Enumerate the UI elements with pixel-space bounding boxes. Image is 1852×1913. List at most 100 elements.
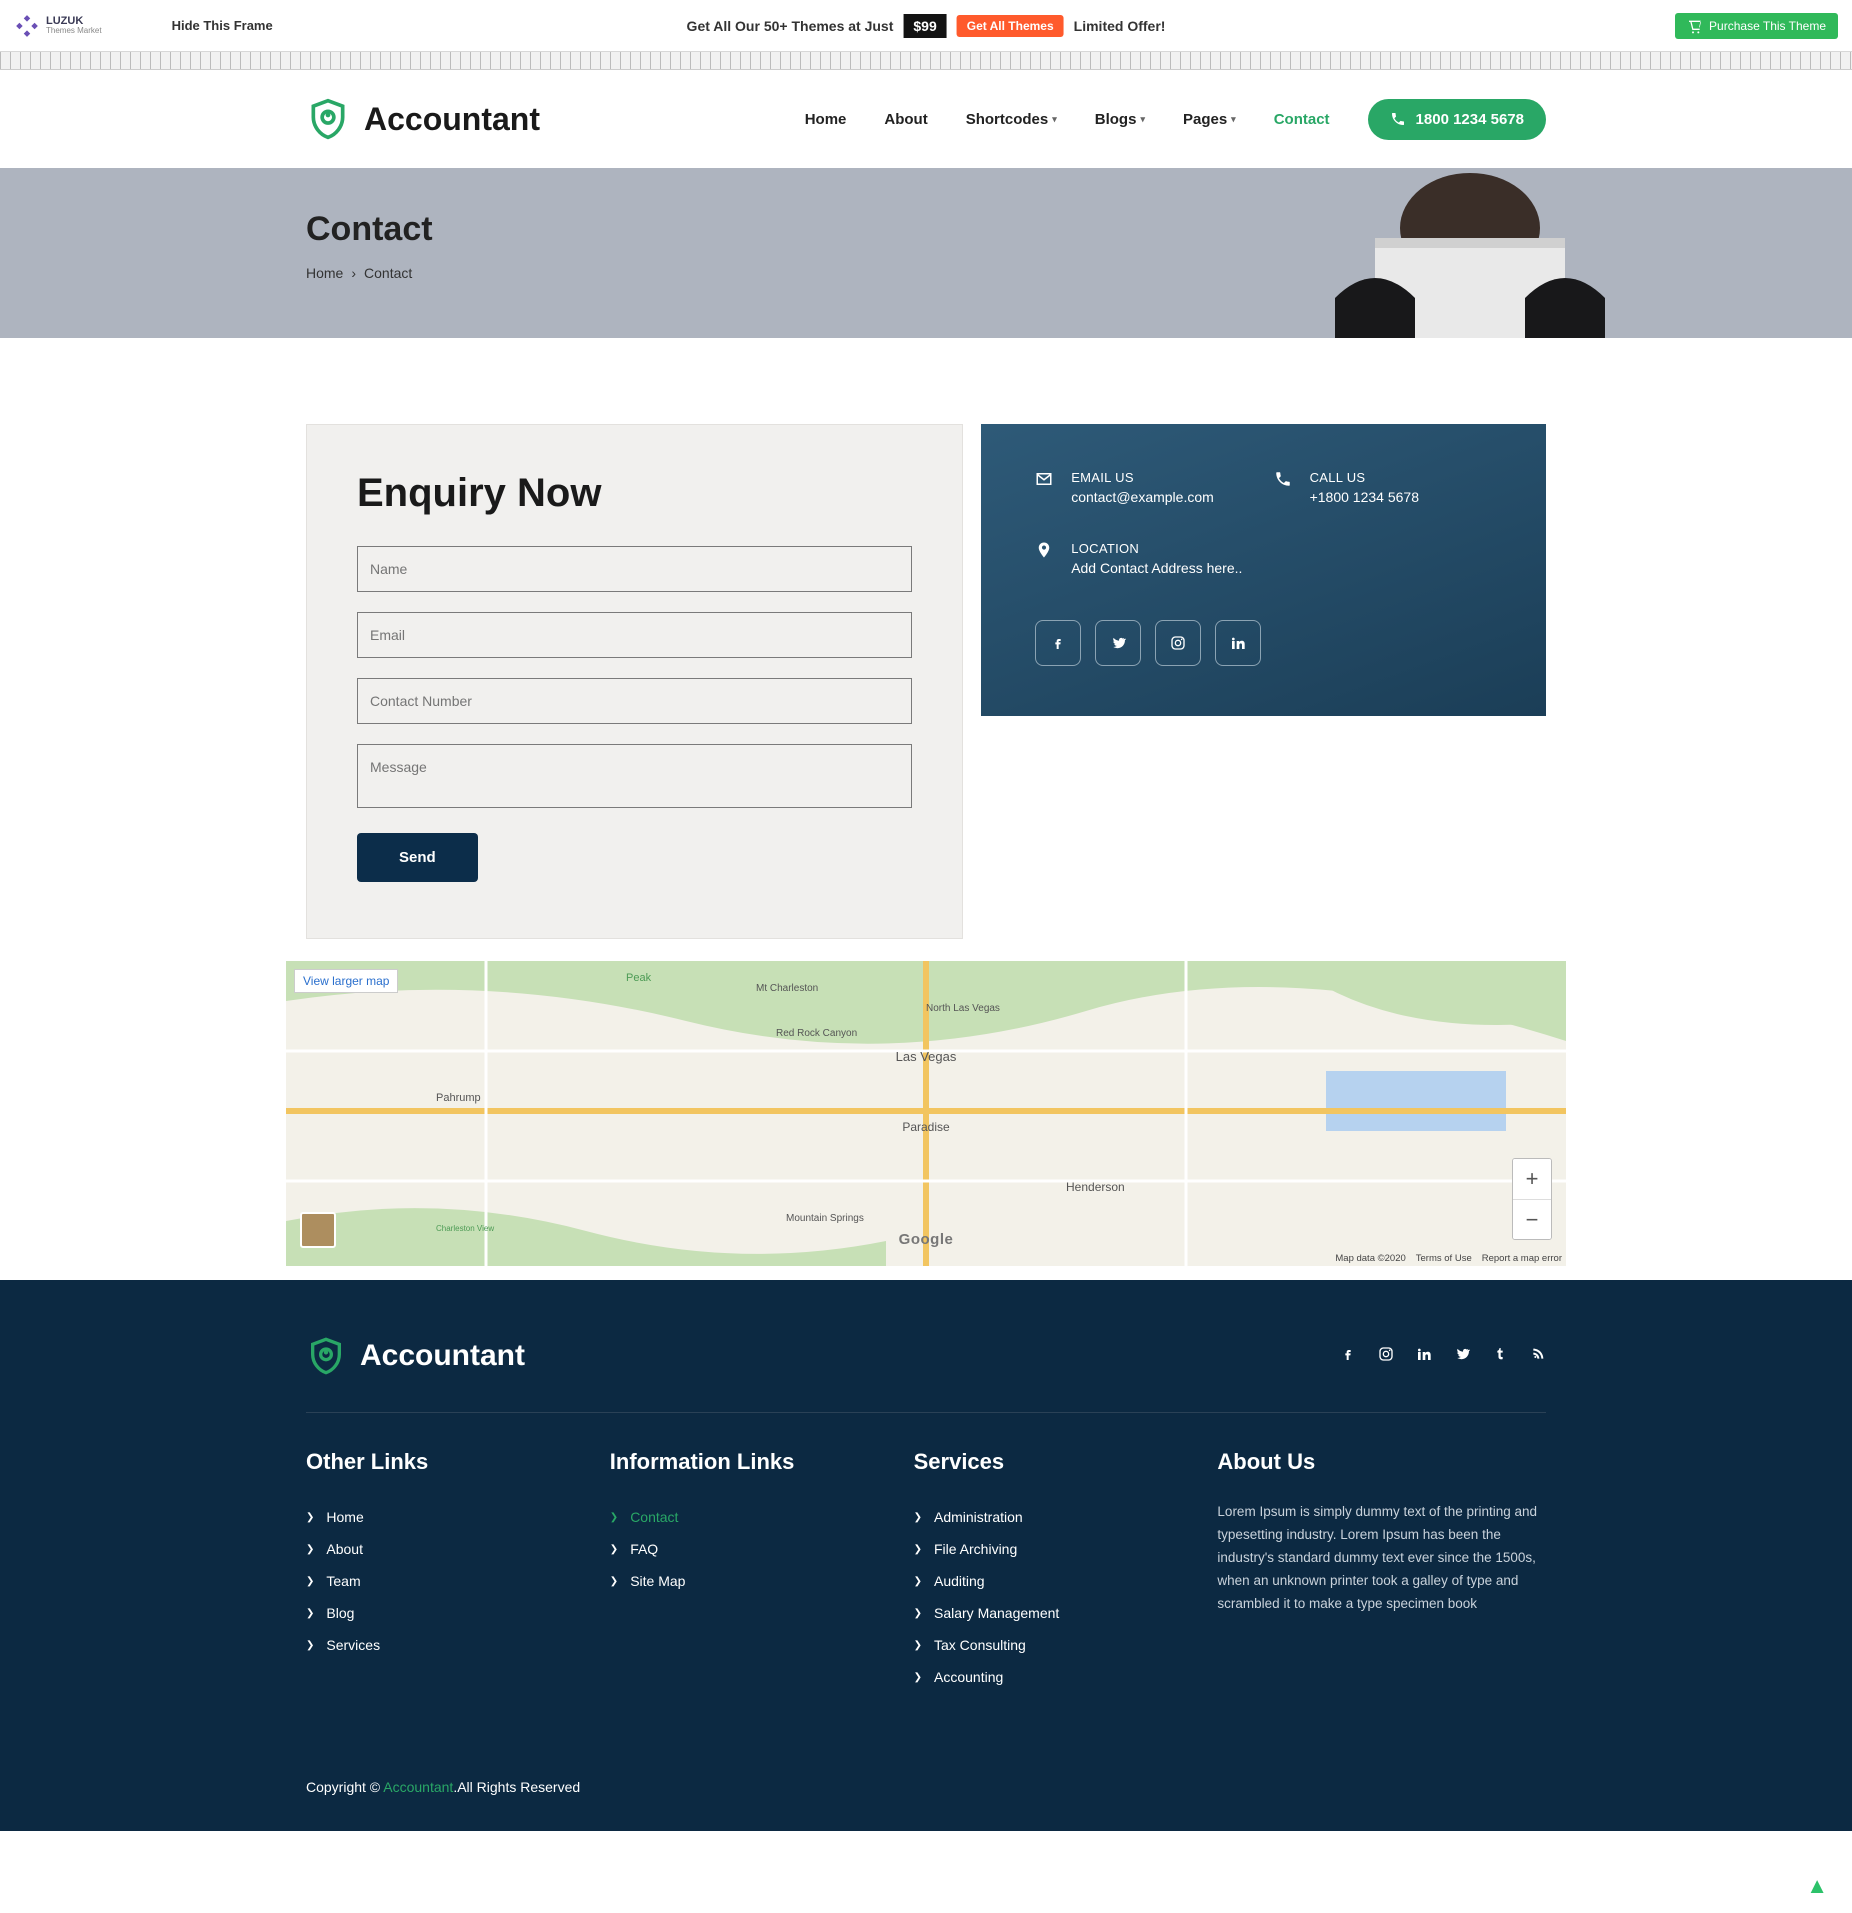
shield-icon [306,1336,346,1376]
send-button[interactable]: Send [357,833,478,882]
back-to-top-button[interactable]: ▲ [1806,1873,1828,1899]
svg-text:Mt Charleston: Mt Charleston [756,983,818,994]
footer-link-file-archiving[interactable]: ❯File Archiving [914,1533,1188,1565]
footer-tumblr[interactable] [1492,1346,1508,1367]
view-larger-map-link[interactable]: View larger map [294,969,398,993]
footer-link-blog[interactable]: ❯Blog [306,1597,580,1629]
chevron-right-icon: ❯ [914,1608,922,1619]
contact-card: EMAIL UScontact@example.com CALL US+1800… [981,424,1546,716]
message-textarea[interactable] [357,744,912,808]
footer-linkedin[interactable] [1416,1346,1432,1367]
chevron-right-icon: ❯ [610,1544,618,1555]
copyright-link[interactable]: Accountant [383,1779,453,1795]
social-facebook[interactable] [1035,620,1081,666]
google-logo: Google [899,1231,954,1248]
terms-link[interactable]: Terms of Use [1416,1253,1472,1264]
chevron-right-icon: ❯ [306,1608,314,1619]
rss-icon [1530,1346,1546,1362]
promo-price: $99 [903,14,946,38]
footer-link-sitemap[interactable]: ❯Site Map [610,1565,884,1597]
luzuk-logo-sub: Themes Market [46,27,102,35]
facebook-icon [1050,635,1066,651]
footer-rss[interactable] [1530,1346,1546,1367]
enquiry-title: Enquiry Now [357,471,912,516]
chevron-right-icon: ❯ [306,1640,314,1651]
footer-instagram[interactable] [1378,1346,1394,1367]
footer-facebook[interactable] [1340,1346,1356,1367]
zoom-in-button[interactable]: + [1513,1159,1551,1199]
nav-blogs[interactable]: Blogs▾ [1095,111,1145,128]
nav-home[interactable]: Home [805,111,847,128]
footer-link-faq[interactable]: ❯FAQ [610,1533,884,1565]
footer-link-services[interactable]: ❯Services [306,1629,580,1661]
footer-link-home[interactable]: ❯Home [306,1501,580,1533]
promo-bar: LUZUKThemes Market Hide This Frame Get A… [0,0,1852,52]
footer-link-accounting[interactable]: ❯Accounting [914,1661,1188,1693]
footer-about-text: Lorem Ipsum is simply dummy text of the … [1217,1501,1546,1616]
luzuk-logo[interactable]: LUZUKThemes Market [14,13,102,39]
facebook-icon [1340,1346,1356,1362]
enquiry-form: Enquiry Now Send [306,424,963,939]
footer-twitter[interactable] [1454,1346,1470,1367]
chevron-right-icon: ❯ [914,1544,922,1555]
header-phone-button[interactable]: 1800 1234 5678 [1368,99,1546,140]
nav-about[interactable]: About [884,111,927,128]
svg-text:Peak: Peak [626,972,652,984]
map-embed[interactable]: Las Vegas Paradise Henderson Pahrump Red… [286,961,1566,1266]
streetview-button[interactable] [300,1212,336,1248]
ruler-bar [0,52,1852,70]
footer-col-about: About Us Lorem Ipsum is simply dummy tex… [1217,1449,1546,1693]
email-input[interactable] [357,612,912,658]
brand-logo[interactable]: Accountant [306,97,540,141]
social-instagram[interactable] [1155,620,1201,666]
phone-icon [1390,111,1406,127]
main-header: Accountant Home About Shortcodes▾ Blogs▾… [286,70,1566,168]
footer-link-tax-consulting[interactable]: ❯Tax Consulting [914,1629,1188,1661]
chevron-right-icon: ❯ [610,1576,618,1587]
contact-number-input[interactable] [357,678,912,724]
cart-icon [1687,18,1703,34]
footer-link-auditing[interactable]: ❯Auditing [914,1565,1188,1597]
contact-socials [1035,620,1492,666]
tumblr-icon [1492,1346,1508,1362]
promo-text-left: Get All Our 50+ Themes at Just [687,18,894,34]
social-linkedin[interactable] [1215,620,1261,666]
chevron-down-icon: ▾ [1052,114,1057,125]
nav-shortcodes[interactable]: Shortcodes▾ [966,111,1057,128]
report-error-link[interactable]: Report a map error [1482,1253,1562,1264]
main-content: Enquiry Now Send EMAIL UScontact@example… [286,338,1566,939]
footer-col-info-links: Information Links ❯Contact ❯FAQ ❯Site Ma… [610,1449,884,1693]
promo-text-right: Limited Offer! [1074,18,1166,34]
chevron-right-icon: ❯ [306,1512,314,1523]
hide-frame-link[interactable]: Hide This Frame [172,18,273,33]
crumb-home[interactable]: Home [306,265,343,281]
footer-copyright: Copyright © Accountant.All Rights Reserv… [286,1763,1566,1831]
footer-link-team[interactable]: ❯Team [306,1565,580,1597]
footer-link-about[interactable]: ❯About [306,1533,580,1565]
footer-link-salary-management[interactable]: ❯Salary Management [914,1597,1188,1629]
social-twitter[interactable] [1095,620,1141,666]
chevron-right-icon: ❯ [306,1544,314,1555]
phone-icon [1274,470,1292,488]
purchase-theme-button[interactable]: Purchase This Theme [1675,13,1838,39]
twitter-icon [1110,635,1126,651]
main-nav: Home About Shortcodes▾ Blogs▾ Pages▾ Con… [805,99,1546,140]
linkedin-icon [1416,1346,1432,1362]
footer: Accountant Other Links ❯Home ❯About ❯Tea… [0,1280,1852,1831]
footer-link-contact[interactable]: ❯Contact [610,1501,884,1533]
footer-socials [1340,1346,1546,1367]
nav-pages[interactable]: Pages▾ [1183,111,1236,128]
chevron-right-icon: ❯ [914,1512,922,1523]
contact-location: LOCATIONAdd Contact Address here.. [1035,541,1492,576]
footer-link-administration[interactable]: ❯Administration [914,1501,1188,1533]
zoom-out-button[interactable]: − [1513,1199,1551,1239]
footer-logo[interactable]: Accountant [306,1336,525,1376]
name-input[interactable] [357,546,912,592]
get-all-themes-button[interactable]: Get All Themes [957,15,1064,37]
promo-center: Get All Our 50+ Themes at Just $99 Get A… [687,14,1166,38]
chevron-right-icon: ❯ [914,1672,922,1683]
instagram-icon [1378,1346,1394,1362]
footer-col-other-links: Other Links ❯Home ❯About ❯Team ❯Blog ❯Se… [306,1449,580,1693]
nav-contact[interactable]: Contact [1274,111,1330,128]
chevron-right-icon: ❯ [306,1576,314,1587]
